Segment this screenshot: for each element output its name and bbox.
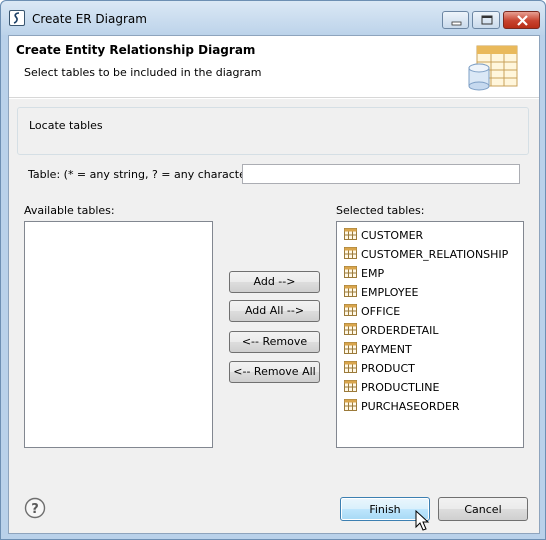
help-icon[interactable]: ?: [24, 497, 46, 519]
close-button[interactable]: [503, 11, 540, 29]
dialog-window: Create ER Diagram Create Entity Relation…: [0, 0, 546, 540]
close-icon: [517, 15, 528, 26]
dialog-client-area: Create Entity Relationship Diagram Selec…: [8, 35, 540, 534]
table-icon: [344, 228, 357, 240]
dialog-body: Locate tables Table: (* = any string, ? …: [9, 99, 539, 477]
selected-table-item[interactable]: ORDERDETAIL: [337, 320, 523, 339]
banner-description: Select tables to be included in the diag…: [24, 66, 262, 79]
database-table-icon: [468, 45, 518, 91]
add-button[interactable]: Add -->: [229, 271, 320, 293]
table-icon: [344, 247, 357, 259]
selected-table-label: OFFICE: [361, 305, 401, 318]
table-filter-label: Table: (* = any string, ? = any characte…: [28, 168, 255, 181]
maximize-button[interactable]: [472, 11, 500, 29]
selected-table-label: CUSTOMER: [361, 229, 424, 242]
remove-all-button[interactable]: <-- Remove All: [229, 361, 320, 383]
minimize-button[interactable]: [442, 11, 469, 29]
selected-table-item[interactable]: PURCHASEORDER: [337, 396, 523, 415]
remove-button[interactable]: <-- Remove: [229, 331, 320, 353]
selected-table-item[interactable]: PRODUCT: [337, 358, 523, 377]
selected-table-item[interactable]: CUSTOMER: [337, 225, 523, 244]
selected-table-label: PRODUCTLINE: [361, 381, 440, 394]
wizard-banner: Create Entity Relationship Diagram Selec…: [9, 36, 539, 98]
selected-table-item[interactable]: PAYMENT: [337, 339, 523, 358]
button-bar: ? Finish Cancel: [9, 477, 539, 533]
title-bar[interactable]: Create ER Diagram: [1, 1, 545, 35]
selected-table-item[interactable]: PRODUCTLINE: [337, 377, 523, 396]
add-all-button[interactable]: Add All -->: [229, 300, 320, 322]
available-tables-list[interactable]: [24, 221, 213, 448]
available-tables-label: Available tables:: [24, 204, 115, 217]
selected-table-item[interactable]: EMP: [337, 263, 523, 282]
selected-table-label: PAYMENT: [361, 343, 412, 356]
selected-table-label: PURCHASEORDER: [361, 400, 460, 413]
table-icon: [344, 266, 357, 278]
mouse-cursor-icon: [415, 510, 430, 531]
maximize-icon: [481, 15, 493, 25]
table-filter-input[interactable]: [242, 164, 520, 184]
table-icon: [344, 304, 357, 316]
locate-tables-legend: Locate tables: [29, 119, 103, 132]
table-icon: [344, 380, 357, 392]
table-icon: [344, 285, 357, 297]
selected-table-item[interactable]: OFFICE: [337, 301, 523, 320]
selected-table-label: EMP: [361, 267, 385, 280]
selected-table-item[interactable]: EMPLOYEE: [337, 282, 523, 301]
window-title: Create ER Diagram: [32, 12, 147, 26]
selected-tables-list[interactable]: CUSTOMER CUSTOMER_RELATIONSHIP EMP EMPLOYEE…: [336, 221, 524, 448]
selected-table-item[interactable]: CUSTOMER_RELATIONSHIP: [337, 244, 523, 263]
svg-text:?: ?: [31, 502, 39, 517]
selected-table-label: CUSTOMER_RELATIONSHIP: [361, 248, 509, 261]
app-icon: [9, 10, 25, 26]
minimize-icon: [451, 21, 462, 26]
table-icon: [344, 399, 357, 411]
table-icon: [344, 323, 357, 335]
table-icon: [344, 342, 357, 354]
table-icon: [344, 361, 357, 373]
selected-table-label: EMPLOYEE: [361, 286, 419, 299]
locate-tables-group: Locate tables: [17, 107, 529, 155]
selected-tables-label: Selected tables:: [336, 204, 425, 217]
cancel-button[interactable]: Cancel: [438, 497, 528, 521]
selected-table-label: PRODUCT: [361, 362, 415, 375]
selected-table-label: ORDERDETAIL: [361, 324, 439, 337]
banner-title: Create Entity Relationship Diagram: [16, 43, 256, 57]
